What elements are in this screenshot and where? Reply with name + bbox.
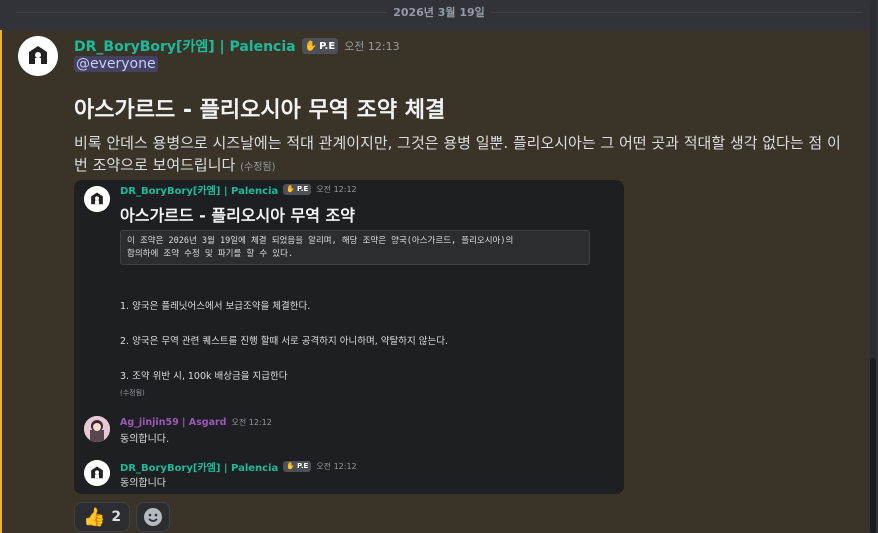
reply1-timestamp[interactable]: 오전 12:12 — [231, 417, 271, 428]
reaction-count: 2 — [111, 509, 122, 525]
clause-2: 2. 양국은 무역 관련 퀘스트를 진행 할때 서로 공격하지 아니하며, 약탈… — [120, 336, 449, 347]
reply1-avatar[interactable] — [84, 416, 110, 442]
reply1-text: 동의합니다. — [120, 434, 170, 445]
tag-label: P.E — [297, 462, 309, 470]
tag-icon: ✋ — [286, 462, 296, 470]
message-body-text: 비록 안데스 용병으로 시즈날에는 적대 관계이지만, 그것은 용병 일뿐. 플… — [74, 134, 841, 174]
reply2-author-name[interactable]: DR_BoryBory[카엠] | Palencia — [120, 459, 278, 474]
reactions-bar: 👍 2 — [74, 502, 171, 532]
tag-icon: ✋ — [304, 40, 318, 52]
reply2-tag-badge[interactable]: ✋ P.E — [283, 460, 312, 472]
everyone-mention[interactable]: @everyone — [74, 56, 158, 72]
treaty-codeblock: 이 조약은 2026년 3월 19일에 체결 되었음을 알리며, 해당 조약은 … — [120, 230, 590, 265]
message-heading: 아스가르드 - 플리오시아 무역 조약 체결 — [74, 98, 446, 123]
embed-tag-badge[interactable]: ✋ P.E — [283, 183, 312, 195]
clause-1: 1. 양국은 플레닛어스에서 보급조약을 체결한다. — [120, 301, 311, 312]
message-body: 비록 안데스 용병으로 시즈날에는 적대 관계이지만, 그것은 용병 일뿐. 플… — [74, 132, 854, 179]
author-name[interactable]: DR_BoryBory[카엠] | Palencia — [74, 36, 296, 56]
embed-title: 아스가르드 - 플리오시아 무역 조약 — [120, 206, 356, 225]
avatar-icon — [84, 416, 110, 442]
embed-author-avatar[interactable] — [84, 186, 110, 212]
message-timestamp[interactable]: 오전 12:13 — [344, 38, 399, 54]
embed-timestamp[interactable]: 오전 12:12 — [316, 184, 356, 195]
thumbs-up-icon: 👍 — [83, 506, 106, 528]
add-reaction-button[interactable] — [136, 502, 171, 532]
avatar-icon — [84, 186, 110, 212]
reply2-text: 동의합니다 — [120, 478, 166, 489]
mention-message[interactable]: DR_BoryBory[카엠] | Palencia ✋ P.E 오전 12:1… — [0, 30, 868, 533]
reply2-avatar[interactable] — [84, 460, 110, 486]
add-reaction-icon — [144, 508, 163, 526]
reply1-header: Ag_jinjin59 | Asgard 오전 12:12 — [120, 414, 272, 430]
tag-icon: ✋ — [286, 185, 296, 193]
reply2-timestamp[interactable]: 오전 12:12 — [316, 461, 356, 472]
codeblock-line-2: 합의하에 조약 수정 및 파기를 할 수 있다. — [127, 249, 294, 259]
clause-3: 3. 조약 위반 시, 100k 배상금을 지급한다 — [120, 371, 288, 382]
reply1-author-name[interactable]: Ag_jinjin59 | Asgard — [120, 417, 226, 428]
embed-edited-label: (수정됨) — [120, 389, 145, 397]
embed-author-name[interactable]: DR_BoryBory[카엠] | Palencia — [120, 182, 278, 197]
date-divider-label: 2026년 3월 19일 — [387, 4, 491, 20]
guild-tag-badge[interactable]: ✋ P.E — [301, 38, 339, 54]
tag-label: P.E — [319, 40, 336, 52]
edited-label: (수정됨) — [240, 162, 276, 173]
forwarded-embed[interactable]: DR_BoryBory[카엠] | Palencia ✋ P.E 오전 12:1… — [74, 180, 624, 494]
tag-label: P.E — [297, 185, 309, 193]
embed-header: DR_BoryBory[카엠] | Palencia ✋ P.E 오전 12:1… — [120, 181, 357, 197]
avatar-icon — [18, 36, 58, 76]
reply2-header: DR_BoryBory[카엠] | Palencia ✋ P.E 오전 12:1… — [120, 458, 357, 474]
message-header: DR_BoryBory[카엠] | Palencia ✋ P.E 오전 12:1… — [74, 36, 400, 56]
date-divider: 2026년 3월 19일 — [0, 0, 878, 24]
codeblock-line-1: 이 조약은 2026년 3월 19일에 체결 되었음을 알리며, 해당 조약은 … — [127, 236, 514, 246]
scrollbar-thumb[interactable] — [870, 358, 876, 533]
thumbs-up-reaction[interactable]: 👍 2 — [74, 502, 131, 532]
avatar-icon — [84, 460, 110, 486]
author-avatar[interactable] — [18, 36, 58, 76]
